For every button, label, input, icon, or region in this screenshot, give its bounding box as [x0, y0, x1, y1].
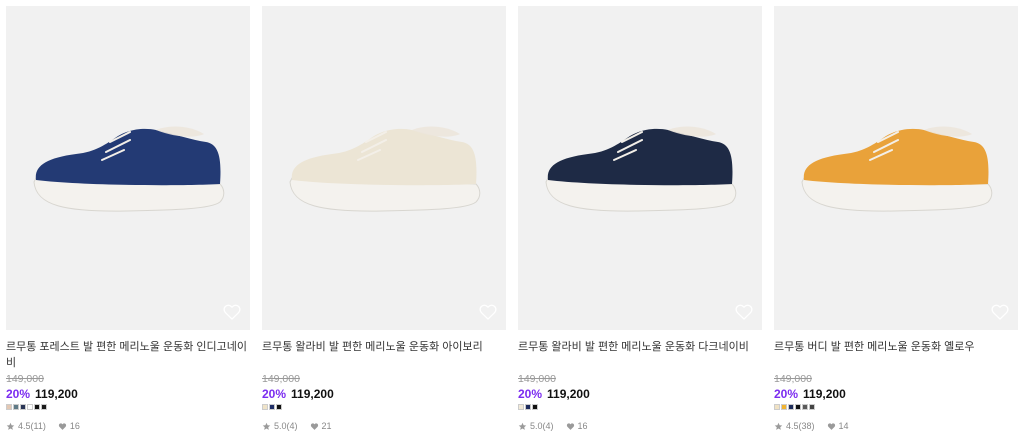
product-title[interactable]: 르무통 포레스트 발 편한 메리노울 운동화 인디고네이비 — [6, 339, 250, 371]
color-swatch[interactable] — [532, 404, 538, 410]
star-icon — [774, 422, 783, 430]
sale-price: 119,200 — [35, 387, 78, 401]
review-meta: 4.5(11) 16 — [6, 420, 250, 432]
product-image[interactable] — [262, 6, 506, 330]
product-card[interactable]: 르무통 버디 발 편한 메리노울 운동화 옐로우 149,000 20% 119,… — [774, 6, 1018, 432]
likes-count: 14 — [838, 421, 849, 431]
heart-icon — [310, 422, 318, 430]
color-swatches — [6, 404, 250, 411]
star-icon — [6, 422, 15, 430]
likes-count: 16 — [69, 421, 80, 431]
discount-rate: 20% — [6, 387, 31, 401]
sale-price: 119,200 — [291, 387, 334, 401]
review-meta: 5.0(4) 16 — [518, 420, 762, 432]
rating-text: 5.0(4) — [530, 421, 554, 431]
rating-text: 4.5(38) — [786, 421, 815, 431]
original-price: 149,000 — [774, 373, 812, 385]
likes-count: 21 — [321, 421, 332, 431]
wishlist-heart-button[interactable] — [478, 302, 498, 322]
heart-icon — [566, 422, 574, 430]
color-swatch[interactable] — [795, 404, 801, 410]
product-title[interactable]: 르무통 왈라비 발 편한 메리노울 운동화 아이보리 — [262, 339, 506, 371]
shoe-image — [33, 126, 225, 212]
price-row: 20% 119,200 — [518, 386, 762, 402]
color-swatches — [774, 404, 1018, 411]
review-meta: 4.5(38) 14 — [774, 420, 1018, 432]
heart-icon — [827, 422, 835, 430]
discount-rate: 20% — [262, 387, 287, 401]
color-swatch[interactable] — [781, 404, 787, 410]
original-price: 149,000 — [6, 373, 44, 385]
product-grid: 르무통 포레스트 발 편한 메리노울 운동화 인디고네이비 149,000 20… — [0, 0, 1024, 442]
color-swatch[interactable] — [13, 404, 19, 410]
color-swatch[interactable] — [788, 404, 794, 410]
rating-text: 5.0(4) — [274, 421, 298, 431]
color-swatch[interactable] — [27, 404, 33, 410]
rating-text: 4.5(11) — [18, 421, 46, 431]
color-swatch[interactable] — [276, 404, 282, 410]
color-swatch[interactable] — [41, 404, 47, 410]
wishlist-heart-button[interactable] — [222, 302, 242, 322]
wishlist-heart-button[interactable] — [734, 302, 754, 322]
price-row: 20% 119,200 — [6, 386, 250, 402]
star-icon — [518, 422, 527, 430]
discount-rate: 20% — [774, 387, 799, 401]
color-swatch[interactable] — [774, 404, 780, 410]
original-price: 149,000 — [518, 373, 556, 385]
color-swatch[interactable] — [802, 404, 808, 410]
shoe-image — [545, 126, 737, 212]
price-row: 20% 119,200 — [262, 386, 506, 402]
sale-price: 119,200 — [803, 387, 846, 401]
heart-outline-icon — [735, 304, 753, 320]
sale-price: 119,200 — [547, 387, 590, 401]
heart-outline-icon — [991, 304, 1009, 320]
product-title[interactable]: 르무통 왈라비 발 편한 메리노울 운동화 다크네이비 — [518, 339, 762, 371]
product-card[interactable]: 르무통 포레스트 발 편한 메리노울 운동화 인디고네이비 149,000 20… — [6, 6, 250, 432]
product-image[interactable] — [518, 6, 762, 330]
color-swatch[interactable] — [809, 404, 815, 410]
product-card[interactable]: 르무통 왈라비 발 편한 메리노울 운동화 다크네이비 149,000 20% 1… — [518, 6, 762, 432]
color-swatch[interactable] — [6, 404, 12, 410]
heart-outline-icon — [479, 304, 497, 320]
likes-count: 16 — [577, 421, 588, 431]
color-swatch[interactable] — [20, 404, 26, 410]
color-swatches — [262, 404, 506, 411]
wishlist-heart-button[interactable] — [990, 302, 1010, 322]
review-meta: 5.0(4) 21 — [262, 420, 506, 432]
heart-outline-icon — [223, 304, 241, 320]
shoe-image — [801, 126, 993, 212]
color-swatch[interactable] — [518, 404, 524, 410]
color-swatch[interactable] — [34, 404, 40, 410]
product-image[interactable] — [6, 6, 250, 330]
color-swatch[interactable] — [269, 404, 275, 410]
color-swatch[interactable] — [525, 404, 531, 410]
discount-rate: 20% — [518, 387, 543, 401]
color-swatch[interactable] — [262, 404, 268, 410]
product-card[interactable]: 르무통 왈라비 발 편한 메리노울 운동화 아이보리 149,000 20% 11… — [262, 6, 506, 432]
shoe-image — [289, 126, 481, 212]
price-row: 20% 119,200 — [774, 386, 1018, 402]
product-title[interactable]: 르무통 버디 발 편한 메리노울 운동화 옐로우 — [774, 339, 1018, 371]
product-image[interactable] — [774, 6, 1018, 330]
color-swatches — [518, 404, 762, 411]
star-icon — [262, 422, 271, 430]
heart-icon — [58, 422, 66, 430]
original-price: 149,000 — [262, 373, 300, 385]
